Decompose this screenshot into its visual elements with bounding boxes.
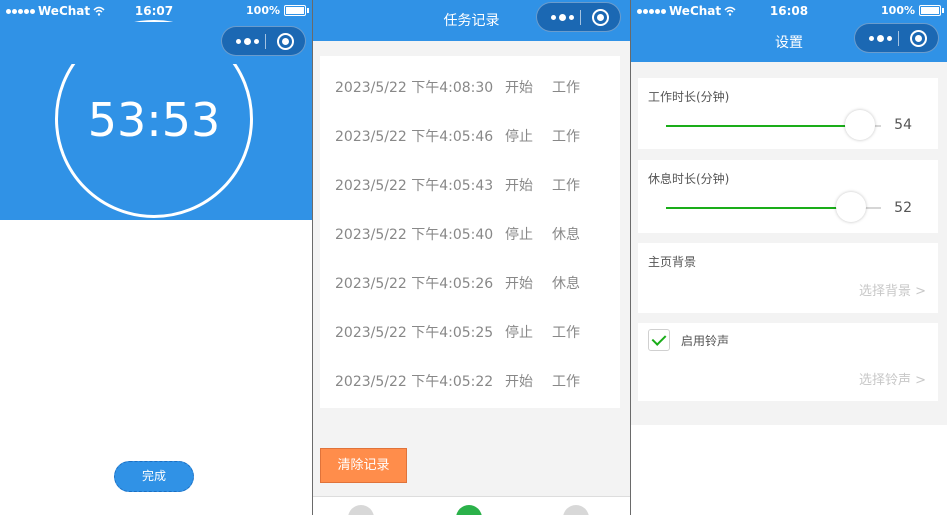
work-duration-slider[interactable] xyxy=(666,110,881,140)
status-time: 16:07 xyxy=(134,4,174,18)
timer-clock: 53:53 xyxy=(87,93,221,147)
record-type: 工作 xyxy=(552,178,580,194)
battery-percent: 100% xyxy=(246,4,280,17)
record-action: 停止 xyxy=(505,227,533,243)
tab-settings-icon[interactable] xyxy=(563,505,589,515)
battery-percent: 100% xyxy=(881,4,915,17)
choose-background-link[interactable]: 选择背景 > xyxy=(859,280,926,299)
record-type: 工作 xyxy=(552,325,580,341)
record-time: 2023/5/22 下午4:08:30 xyxy=(335,80,494,96)
record-type: 工作 xyxy=(552,374,580,390)
record-action: 开始 xyxy=(505,276,533,292)
record-time: 2023/5/22 下午4:05:43 xyxy=(335,178,494,194)
settings-footer xyxy=(631,425,947,515)
mini-program-capsule xyxy=(536,2,621,32)
done-button[interactable]: 完成 xyxy=(114,461,194,492)
more-dots-icon[interactable] xyxy=(551,14,574,21)
list-item: 2023/5/22 下午4:05:43 开始 工作 xyxy=(335,175,580,195)
carrier-label: WeChat xyxy=(669,4,722,18)
rest-duration-value: 52 xyxy=(894,200,912,216)
clear-records-button[interactable]: 清除记录 xyxy=(320,448,407,483)
record-type: 工作 xyxy=(552,80,580,96)
record-time: 2023/5/22 下午4:05:46 xyxy=(335,129,494,145)
ringtone-card: 启用铃声 选择铃声 > xyxy=(638,323,938,401)
record-action: 停止 xyxy=(505,129,533,145)
record-action: 开始 xyxy=(505,178,533,194)
background-label: 主页背景 xyxy=(648,255,697,269)
carrier-label: WeChat xyxy=(38,4,91,18)
more-dots-icon[interactable] xyxy=(869,35,892,42)
record-action: 开始 xyxy=(505,374,533,390)
tab-timer-icon[interactable] xyxy=(348,505,374,515)
capsule-close-icon[interactable] xyxy=(277,33,294,50)
slider-fill xyxy=(666,125,860,127)
record-time: 2023/5/22 下午4:05:22 xyxy=(335,374,494,390)
signal-dots-icon xyxy=(637,8,666,14)
slider-knob[interactable] xyxy=(845,110,875,140)
ringtone-label: 启用铃声 xyxy=(681,334,730,348)
wifi-icon xyxy=(724,6,736,16)
tab-bar xyxy=(313,496,630,515)
records-screen: 任务记录 2023/5/22 下午4:08:30 开始 工作 2023/5/22… xyxy=(313,0,630,515)
slider-fill xyxy=(666,207,851,209)
battery-icon xyxy=(284,5,309,16)
record-time: 2023/5/22 下午4:05:40 xyxy=(335,227,494,243)
wifi-icon xyxy=(93,6,105,16)
record-action: 开始 xyxy=(505,80,533,96)
record-list: 2023/5/22 下午4:08:30 开始 工作 2023/5/22 下午4:… xyxy=(320,56,620,408)
background-card: 主页背景 选择背景 > xyxy=(638,243,938,313)
record-time: 2023/5/22 下午4:05:25 xyxy=(335,325,494,341)
mini-program-capsule xyxy=(854,23,939,53)
record-type: 休息 xyxy=(552,276,580,292)
record-time: 2023/5/22 下午4:05:26 xyxy=(335,276,494,292)
record-action: 停止 xyxy=(505,325,533,341)
slider-knob[interactable] xyxy=(836,192,866,222)
timer-screen: 53:53 WeChat 16:07 100% 完成 xyxy=(0,0,312,515)
record-type: 工作 xyxy=(552,129,580,145)
rest-duration-slider[interactable] xyxy=(666,192,881,222)
battery-icon xyxy=(919,5,944,16)
list-item: 2023/5/22 下午4:05:25 停止 工作 xyxy=(335,322,580,342)
rest-duration-card: 休息时长(分钟) 52 xyxy=(638,160,938,233)
list-item: 2023/5/22 下午4:05:26 开始 休息 xyxy=(335,273,580,293)
list-item: 2023/5/22 下午4:05:22 开始 工作 xyxy=(335,371,580,391)
choose-ringtone-link[interactable]: 选择铃声 > xyxy=(859,369,926,388)
status-bar: WeChat 16:08 100% xyxy=(631,0,947,22)
list-item: 2023/5/22 下午4:05:46 停止 工作 xyxy=(335,126,580,146)
list-item: 2023/5/22 下午4:05:40 停止 休息 xyxy=(335,224,580,244)
tab-records-icon[interactable] xyxy=(456,505,482,515)
list-item: 2023/5/22 下午4:08:30 开始 工作 xyxy=(335,77,580,97)
settings-screen: 设置 WeChat 16:08 100% 工作时长(分钟) 54 休息时长(分钟… xyxy=(631,0,947,515)
capsule-close-icon[interactable] xyxy=(910,30,927,47)
more-dots-icon[interactable] xyxy=(236,38,259,45)
work-duration-label: 工作时长(分钟) xyxy=(648,90,730,104)
capsule-close-icon[interactable] xyxy=(592,9,609,26)
work-duration-card: 工作时长(分钟) 54 xyxy=(638,78,938,149)
status-time: 16:08 xyxy=(769,4,809,18)
ringtone-checkbox[interactable] xyxy=(648,329,670,351)
signal-dots-icon xyxy=(6,8,35,14)
work-duration-value: 54 xyxy=(894,117,912,133)
record-type: 休息 xyxy=(552,227,580,243)
mini-program-capsule xyxy=(221,26,306,56)
status-bar: WeChat 16:07 100% xyxy=(0,0,312,22)
rest-duration-label: 休息时长(分钟) xyxy=(648,172,730,186)
